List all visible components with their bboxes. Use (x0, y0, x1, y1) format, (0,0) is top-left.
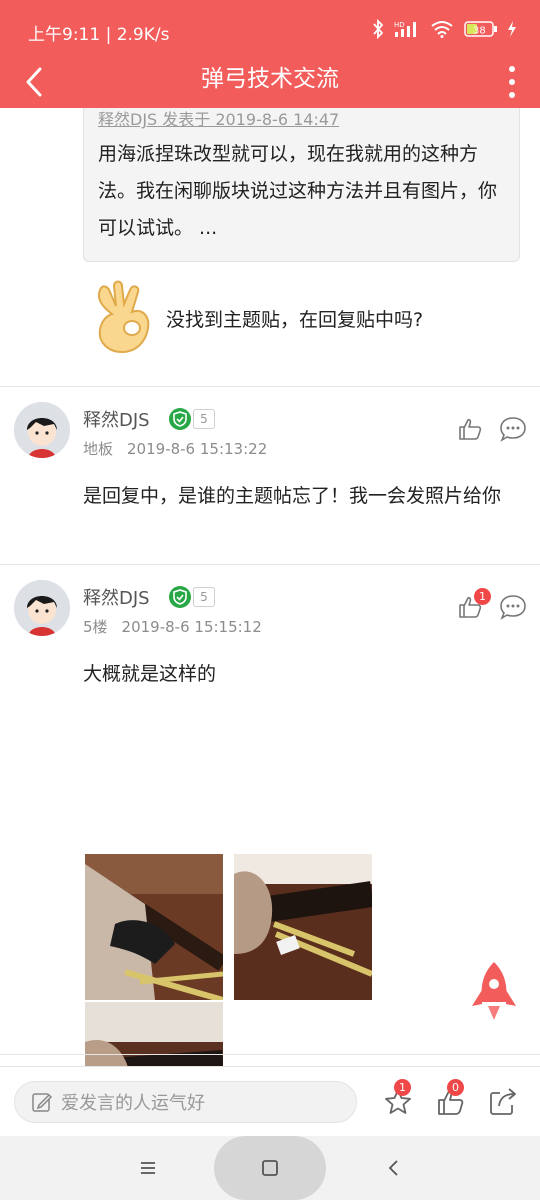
battery-icon: 38 (464, 21, 497, 37)
status-icons: HD 38 (372, 19, 516, 39)
status-bar: 上午9:11 | 2.9K/s HD 38 (0, 0, 540, 62)
like-count-badge: 1 (474, 588, 491, 605)
more-options-button[interactable] (502, 62, 522, 102)
comment-icon[interactable] (499, 594, 527, 620)
svg-text:HD: HD (394, 21, 405, 29)
recent-apps-icon[interactable] (138, 1158, 158, 1178)
not-found-notice: 没找到主题贴，在回复贴中吗? (90, 278, 423, 358)
post-body: 是回复中，是谁的主题帖忘了！我一会发照片给你 (83, 485, 502, 507)
back-to-top-rocket-icon[interactable] (468, 960, 520, 1022)
page-title: 弹弓技术交流 (201, 66, 339, 92)
floor-label: 地板 (83, 440, 114, 458)
post-meta: 地板 2019-8-6 15:13:22 (83, 438, 267, 459)
shield-badge-icon (169, 408, 191, 430)
post-photo[interactable] (85, 854, 223, 1000)
avatar-image (14, 402, 70, 458)
edit-pen-icon (32, 1093, 53, 1112)
more-dot-icon (509, 92, 515, 98)
like-count-badge: 0 (447, 1079, 464, 1096)
floor-label: 5楼 (83, 618, 108, 636)
home-square-icon (262, 1160, 278, 1176)
post-photo[interactable] (234, 854, 372, 1000)
post-photo[interactable] (85, 1002, 223, 1066)
comment-icon[interactable] (499, 416, 527, 442)
comment-input-placeholder: 爱发言的人运气好 (61, 1093, 205, 1114)
post-body: 大概就是这样的 (83, 663, 217, 685)
shield-badge-icon (169, 586, 191, 608)
avatar[interactable] (14, 402, 70, 458)
thread-content[interactable]: 释然DJS 发表于 2019-8-6 14:47 用海派捏珠改型就可以，现在我就… (0, 108, 540, 1066)
avatar-image (14, 580, 70, 636)
status-time-speed: 上午9:11 | 2.9K/s (28, 25, 170, 45)
reply-post: 释然DJS 5 5楼 2019-8-6 15:15:12 1 大概就是这样的 (0, 564, 540, 1066)
share-icon[interactable] (488, 1087, 518, 1117)
comment-input[interactable]: 爱发言的人运气好 (14, 1081, 357, 1123)
bluetooth-icon (373, 19, 384, 39)
thumbs-up-icon[interactable] (457, 416, 483, 442)
bottom-action-bar: 爱发言的人运气好 1 0 (0, 1066, 540, 1136)
avatar[interactable] (14, 580, 70, 636)
charging-icon (508, 21, 516, 37)
system-navigation-bar (0, 1136, 540, 1200)
reply-post: 释然DJS 5 地板 2019-8-6 15:13:22 是回复中，是谁的主题帖忘… (0, 386, 540, 564)
favorite-count-badge: 1 (394, 1079, 411, 1096)
username[interactable]: 释然DJS (83, 584, 150, 610)
level-badge: 5 (193, 587, 215, 607)
more-dot-icon (509, 79, 515, 85)
not-found-text: 没找到主题贴，在回复贴中吗? (166, 308, 424, 331)
nav-bar: 弹弓技术交流 (0, 62, 540, 108)
quote-meta[interactable]: 释然DJS 发表于 2019-8-6 14:47 (98, 108, 505, 132)
post-date: 2019-8-6 15:15:12 (121, 618, 262, 636)
battery-level: 38 (473, 26, 486, 37)
divider (0, 1054, 540, 1055)
home-button[interactable] (214, 1136, 326, 1200)
post-date: 2019-8-6 15:13:22 (127, 440, 268, 458)
more-dot-icon (509, 66, 515, 72)
level-badge: 5 (193, 409, 215, 429)
signal-icon: HD (394, 21, 416, 37)
quote-text: 用海派捏珠改型就可以，现在我就用的这种方法。我在闲聊版块说过这种方法并且有图片，… (98, 143, 498, 239)
wifi-icon (431, 21, 453, 38)
post-meta: 5楼 2019-8-6 15:15:12 (83, 616, 262, 637)
ok-hand-emoji-icon (98, 280, 150, 354)
quoted-post[interactable]: 释然DJS 发表于 2019-8-6 14:47 用海派捏珠改型就可以，现在我就… (83, 108, 520, 262)
username[interactable]: 释然DJS (83, 406, 150, 432)
system-back-icon[interactable] (384, 1158, 404, 1178)
